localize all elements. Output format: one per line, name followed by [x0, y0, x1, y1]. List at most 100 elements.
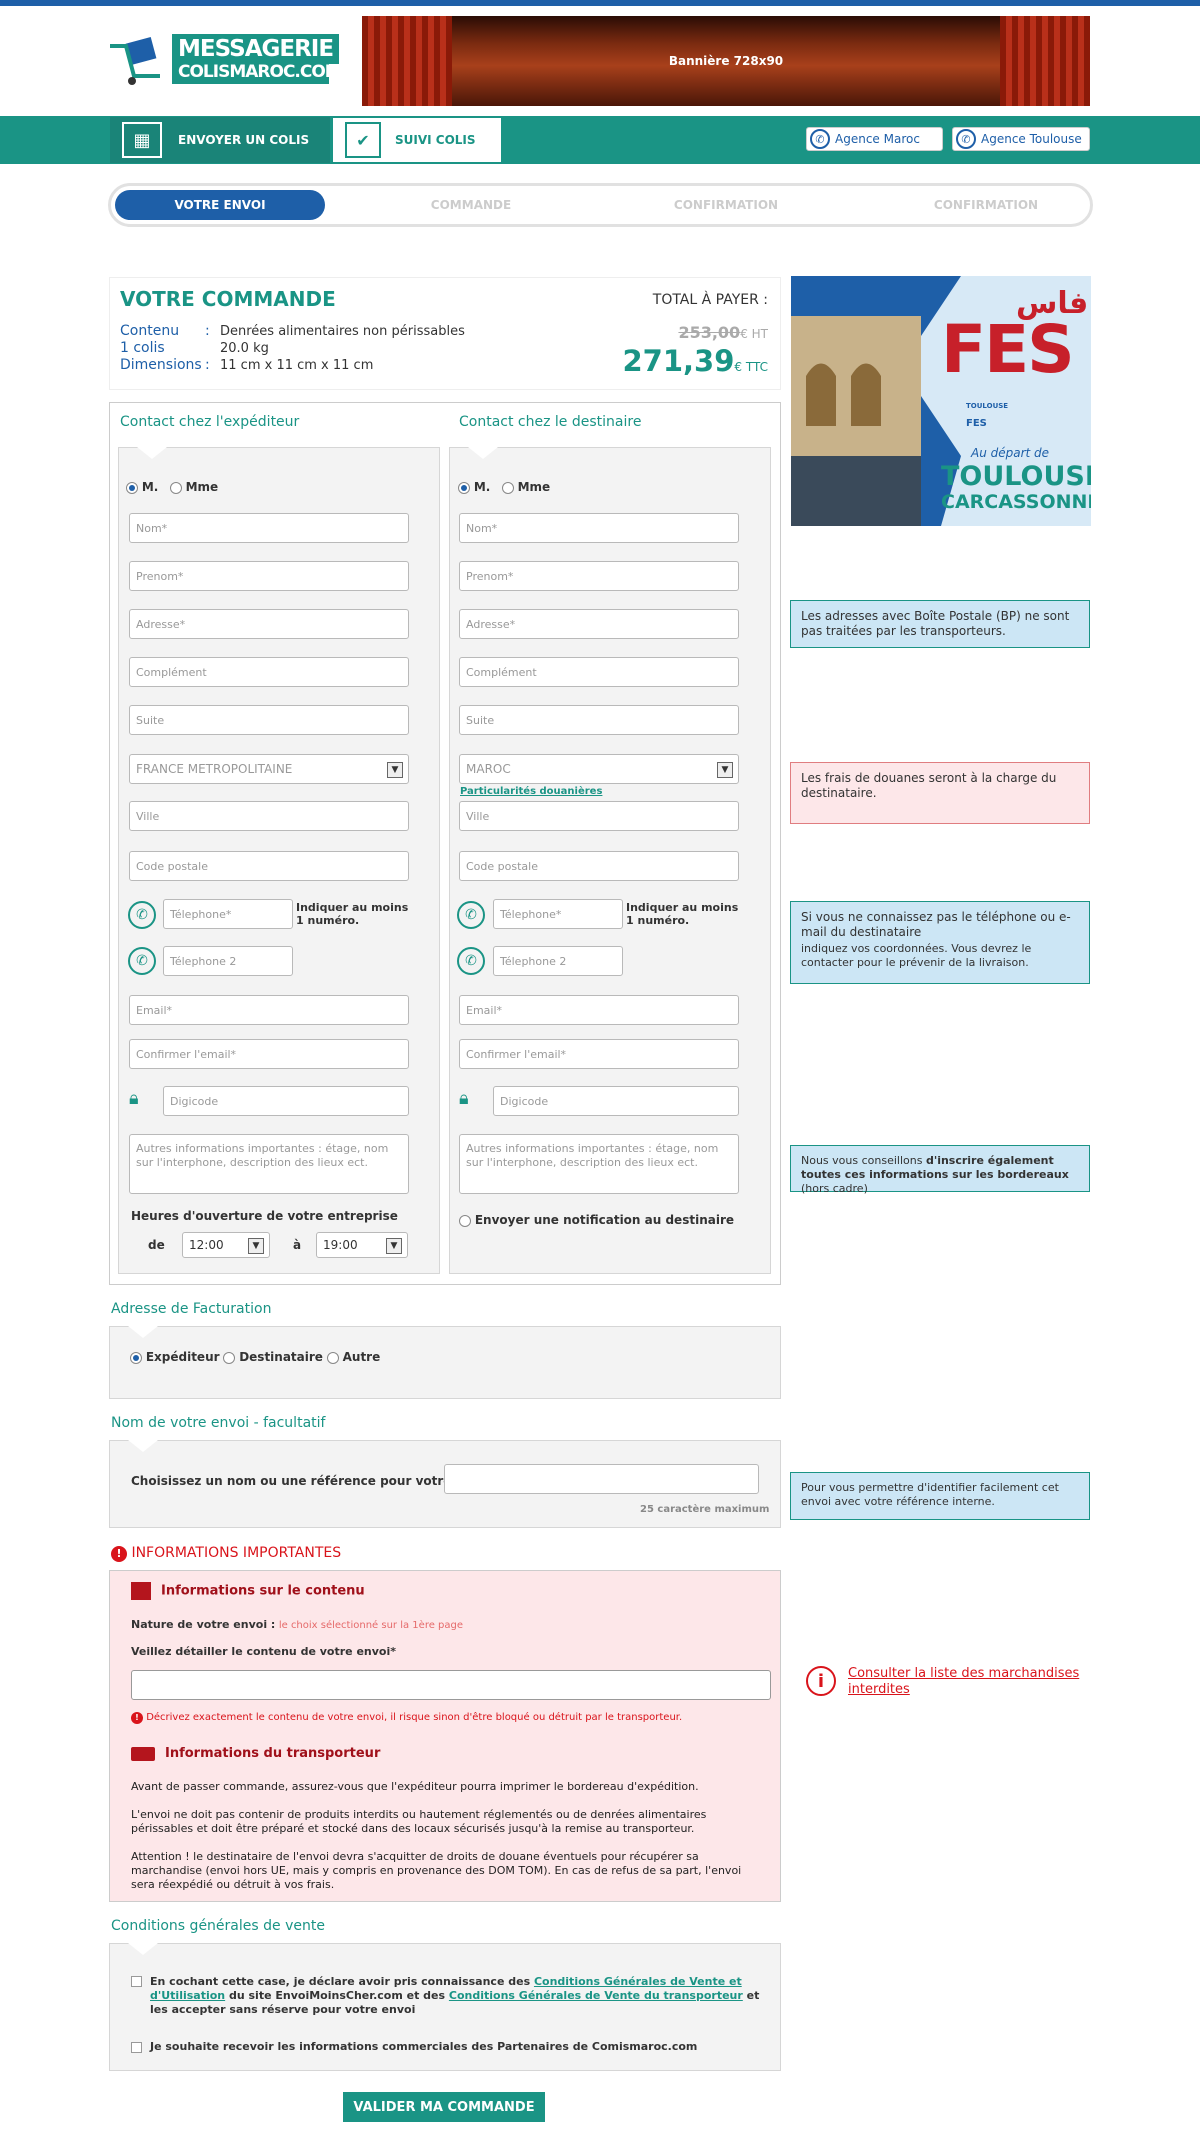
- recipient-mme-radio[interactable]: [501, 481, 514, 494]
- nature-label: Nature de votre envoi :: [131, 1618, 276, 1631]
- hours-to-select[interactable]: 19:00 ▼: [316, 1232, 408, 1258]
- hours-from-value: 12:00: [189, 1238, 224, 1252]
- chevron-down-icon: ▼: [717, 762, 733, 778]
- truck-icon: [131, 1746, 155, 1761]
- billing-recipient-radio[interactable]: [223, 1351, 236, 1364]
- sender-complement-input[interactable]: Complément: [129, 657, 409, 687]
- agency-maroc-button[interactable]: ✆ Agence Maroc: [806, 127, 943, 151]
- logo-line2: COLISMAROC.COM: [172, 60, 342, 84]
- hours-from-label: de: [148, 1238, 165, 1252]
- sender-ville-input[interactable]: Ville: [129, 801, 409, 831]
- hours-from-select[interactable]: 12:00 ▼: [182, 1232, 270, 1258]
- recipient-suite-input[interactable]: Suite: [459, 705, 739, 735]
- phone-icon: ✆: [457, 901, 485, 929]
- carrier-p1: Avant de passer commande, assurez-vous q…: [131, 1780, 699, 1793]
- sender-civility: M. Mme: [126, 480, 218, 494]
- cgv-link-2[interactable]: Conditions Générales de Vente du transpo…: [449, 1989, 743, 2002]
- sender-digicode-input[interactable]: Digicode: [163, 1086, 409, 1116]
- recipient-ville-input[interactable]: Ville: [459, 801, 739, 831]
- progress-steps: VOTRE ENVOI COMMANDE CONFIRMATION CONFIR…: [108, 183, 1093, 227]
- step-votre-envoi[interactable]: VOTRE ENVOI: [115, 190, 325, 220]
- notify-radio[interactable]: [459, 1214, 471, 1227]
- carrier-p3: Attention ! le destinataire de l'envoi d…: [131, 1850, 742, 1891]
- price-ht-suffix: € HT: [740, 327, 768, 341]
- newsletter-row: Je souhaite recevoir les informations co…: [131, 2040, 697, 2053]
- cgv-accept-checkbox[interactable]: [131, 1976, 142, 1987]
- recipient-complement-input[interactable]: Complément: [459, 657, 739, 687]
- sender-suite-input[interactable]: Suite: [129, 705, 409, 735]
- sender-email-confirm-input[interactable]: Confirmer l'email*: [129, 1039, 409, 1069]
- dimensions-value: 11 cm x 11 cm x 11 cm: [220, 358, 374, 373]
- billing-heading: Adresse de Facturation: [111, 1301, 272, 1317]
- order-title: VOTRE COMMANDE: [120, 287, 336, 311]
- content-info-title: Informations sur le contenu: [131, 1582, 365, 1600]
- billing-other-radio[interactable]: [326, 1351, 339, 1364]
- sender-mr-label: M.: [141, 480, 159, 494]
- recipient-tel-input[interactable]: Télephone*: [493, 899, 623, 929]
- sender-nom-input[interactable]: Nom*: [129, 513, 409, 543]
- phone-icon: ✆: [956, 129, 976, 149]
- phone-note-sub: indiquez vos coordonnées. Vous devrez le…: [801, 942, 1032, 969]
- sender-cp-input[interactable]: Code postale: [129, 851, 409, 881]
- chevron-down-icon: ▼: [386, 1238, 402, 1254]
- recipient-mr-radio[interactable]: [458, 481, 470, 494]
- step-confirmation-2[interactable]: CONFIRMATION: [871, 190, 1101, 220]
- nav-track-parcel[interactable]: ✔ SUIVI COLIS: [332, 117, 502, 163]
- hours-label: Heures d'ouverture de votre entreprise: [131, 1209, 398, 1223]
- carrier-p2: L'envoi ne doit pas contenir de produits…: [131, 1808, 707, 1835]
- recipient-prenom-input[interactable]: Prenom*: [459, 561, 739, 591]
- sender-tel-input[interactable]: Télephone*: [163, 899, 293, 929]
- info-icon: i: [806, 1666, 836, 1696]
- recipient-notes-textarea[interactable]: Autres informations importantes : étage,…: [459, 1134, 739, 1194]
- promo-from1: TOULOUSE: [941, 461, 1091, 492]
- sender-email-input[interactable]: Email*: [129, 995, 409, 1025]
- content-detail-input[interactable]: [131, 1670, 771, 1700]
- sender-mme-radio[interactable]: [169, 481, 182, 494]
- shipment-name-input[interactable]: [444, 1464, 759, 1494]
- sender-adresse-input[interactable]: Adresse*: [129, 609, 409, 639]
- chevron-down-icon: ▼: [387, 762, 403, 778]
- name-label: Choisissez un nom ou une référence pour …: [131, 1474, 493, 1488]
- important-heading: ! INFORMATIONS IMPORTANTES: [111, 1545, 341, 1562]
- recipient-mme-label: Mme: [517, 480, 551, 494]
- customs-link[interactable]: Particularités douanières: [460, 786, 602, 797]
- carrier-info-title: Informations du transporteur: [131, 1746, 380, 1761]
- ad-banner[interactable]: Bannière 728x90: [362, 16, 1090, 106]
- recipient-cp-input[interactable]: Code postale: [459, 851, 739, 881]
- submit-order-button[interactable]: VALIDER MA COMMANDE: [343, 2092, 545, 2122]
- logo[interactable]: MESSAGERIE COLISMAROC.COM: [108, 34, 342, 86]
- sender-mr-radio[interactable]: [126, 481, 138, 494]
- forbidden-link[interactable]: i Consulter la liste des marchandises in…: [806, 1666, 1086, 1698]
- recipient-nom-input[interactable]: Nom*: [459, 513, 739, 543]
- nav-track-label: SUIVI COLIS: [395, 133, 476, 147]
- nav-send-parcel[interactable]: ▦ ENVOYER UN COLIS: [110, 117, 330, 163]
- recipient-adresse-input[interactable]: Adresse*: [459, 609, 739, 639]
- sender-country-select[interactable]: FRANCE METROPOLITAINE ▼: [129, 754, 409, 784]
- sender-prenom-input[interactable]: Prenom*: [129, 561, 409, 591]
- sender-mme-label: Mme: [185, 480, 219, 494]
- recipient-country-select[interactable]: MAROC ▼: [459, 754, 739, 784]
- fes-promo-banner[interactable]: فاس FES TOULOUSE FES Au départ de TOULOU…: [791, 276, 1091, 526]
- recipient-country-value: MAROC: [466, 762, 511, 776]
- recipient-tel2-input[interactable]: Télephone 2: [493, 946, 623, 976]
- billing-sender-radio[interactable]: [130, 1351, 142, 1364]
- sender-heading: Contact chez l'expéditeur: [120, 414, 300, 430]
- agency-toulouse-button[interactable]: ✆ Agence Toulouse: [952, 127, 1090, 151]
- recipient-email-input[interactable]: Email*: [459, 995, 739, 1025]
- recipient-email-confirm-input[interactable]: Confirmer l'email*: [459, 1039, 739, 1069]
- dimensions-label: Dimensions: [120, 357, 202, 373]
- hours-to-value: 19:00: [323, 1238, 358, 1252]
- recipient-mr-label: M.: [473, 480, 491, 494]
- reference-note: Pour vous permettre d'identifier facilem…: [790, 1472, 1090, 1520]
- sender-tel2-input[interactable]: Télephone 2: [163, 946, 293, 976]
- newsletter-checkbox[interactable]: [131, 2041, 142, 2053]
- step-commande[interactable]: COMMANDE: [361, 190, 581, 220]
- important-heading-text: INFORMATIONS IMPORTANTES: [131, 1545, 342, 1561]
- step-confirmation-1[interactable]: CONFIRMATION: [611, 190, 841, 220]
- promo-from2: CARCASSONNE: [941, 491, 1091, 513]
- contenu-label: Contenu: [120, 323, 180, 339]
- recipient-digicode-input[interactable]: Digicode: [493, 1086, 739, 1116]
- chevron-down-icon: ▼: [248, 1238, 264, 1254]
- sender-notes-textarea[interactable]: Autres informations importantes : étage,…: [129, 1134, 409, 1194]
- phone-icon: ✆: [128, 947, 156, 975]
